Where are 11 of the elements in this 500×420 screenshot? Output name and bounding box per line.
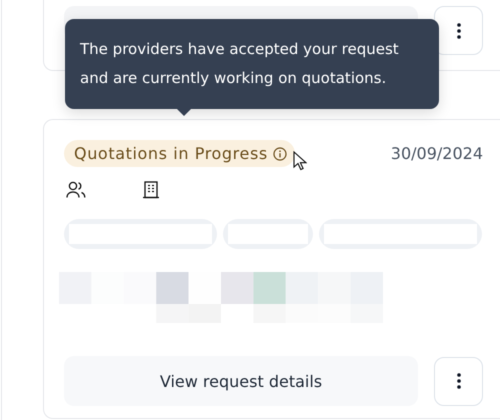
more-button[interactable] <box>434 6 483 55</box>
info-icon[interactable] <box>272 146 287 160</box>
request-date: 30/09/2024 <box>390 144 483 163</box>
building-icon <box>142 181 160 199</box>
more-icon <box>456 22 460 38</box>
people-icon <box>66 181 86 199</box>
status-badge: Quotations in Progress <box>64 140 295 167</box>
cursor-icon <box>293 151 307 171</box>
view-details-button[interactable]: View request details <box>64 356 418 406</box>
tooltip-arrow-icon <box>176 108 192 116</box>
more-icon <box>456 373 460 389</box>
